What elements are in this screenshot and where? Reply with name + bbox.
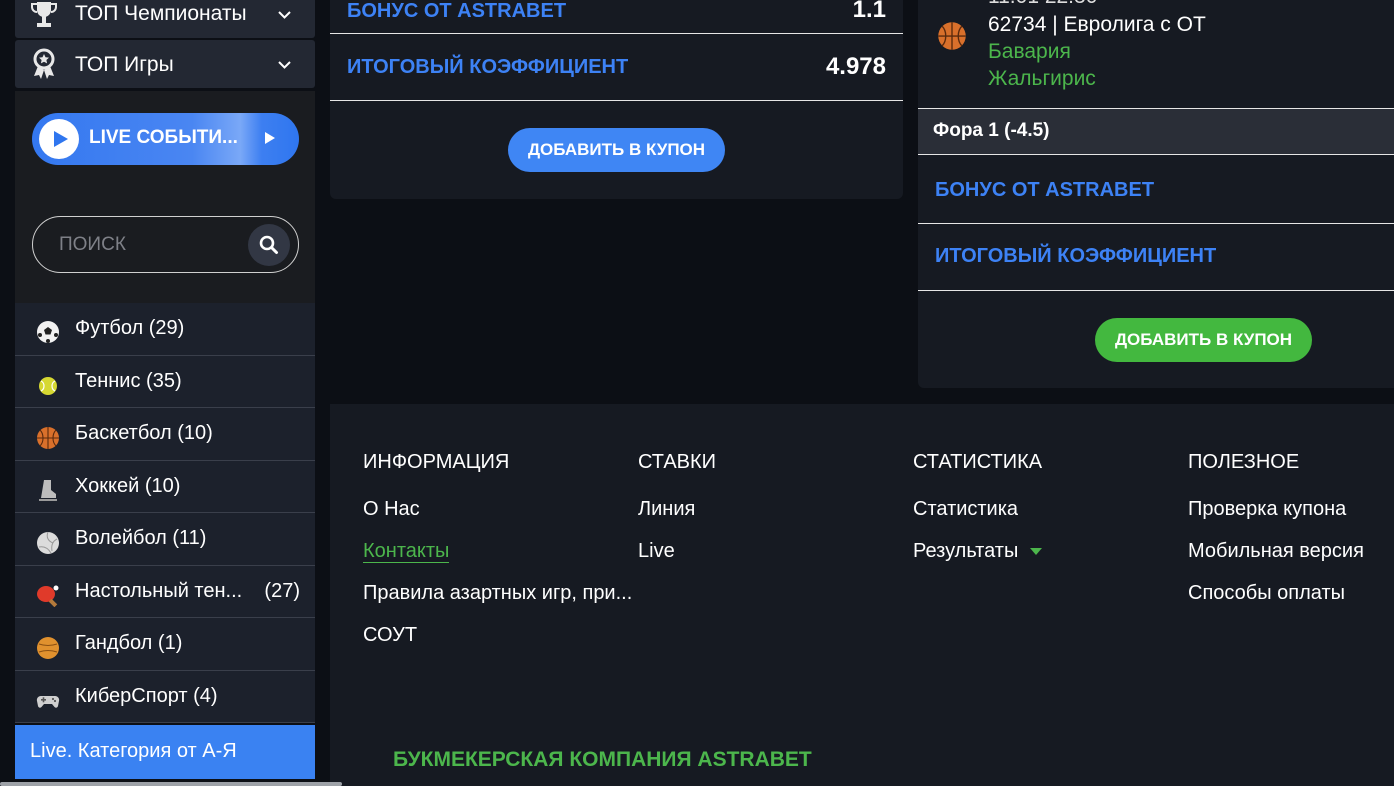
award-icon <box>33 48 55 79</box>
footer-link-statistics[interactable]: Статистика <box>913 498 1042 540</box>
footer-column-bets: СТАВКИ Линия Live <box>638 451 716 582</box>
search-button[interactable] <box>248 224 290 266</box>
sports-list: Футбол (29) Теннис (35) Баскетбол (10) Х… <box>15 303 315 723</box>
volleyball-icon <box>37 531 59 554</box>
event-league: 62734 | Евролига с ОТ <box>988 13 1206 36</box>
footer-link-mobile[interactable]: Мобильная версия <box>1188 540 1364 582</box>
sport-name: Баскетбол (10) <box>75 422 213 444</box>
bonus-value: 1.1 <box>852 0 886 23</box>
sport-name: Настольный тен... <box>75 579 243 602</box>
trophy-icon <box>31 2 57 27</box>
live-events-label: LIVE СОБЫТИ... <box>89 127 238 148</box>
footer-column-statistics: СТАТИСТИКА Статистика Результаты <box>913 451 1043 582</box>
footer-link-label: Контакты <box>363 540 450 563</box>
total-odds-row: ИТОГОВЫЙ КОЭФФИЦИЕНТ 4.978 <box>330 34 903 101</box>
total-odds-value: 4.978 <box>825 53 886 80</box>
sidebar-item-label: ТОП Игры <box>75 53 174 76</box>
footer-column-title: СТАВКИ <box>638 451 717 473</box>
table-tennis-icon <box>37 585 59 607</box>
footer-link-about[interactable]: О Нас <box>363 498 632 540</box>
horizontal-scrollbar[interactable] <box>0 782 342 786</box>
bonus-row: БОНУС ОТ ASTRABET 1.1 <box>330 0 903 34</box>
sport-name: Футбол (29) <box>75 317 185 339</box>
add-to-coupon-button[interactable]: ДОБАВИТЬ В КУПОН <box>508 128 725 172</box>
search-input[interactable] <box>59 231 239 259</box>
sport-item-esports[interactable]: КиберСпорт (4) <box>15 670 315 723</box>
sport-item-table-tennis[interactable]: Настольный тен... (27) <box>15 565 315 618</box>
sport-name: КиберСпорт (4) <box>75 684 218 707</box>
coupon-panel-left: БОНУС ОТ ASTRABET 1.1 ИТОГОВЫЙ КОЭФФИЦИЕ… <box>330 0 903 199</box>
sport-item-hockey[interactable]: Хоккей (10) <box>15 460 315 513</box>
sport-name: Гандбол (1) <box>75 632 183 654</box>
footer-link-results[interactable]: Результаты <box>913 540 1043 582</box>
sport-item-volleyball[interactable]: Волейбол (11) <box>15 513 315 566</box>
chevron-down-icon <box>278 61 291 69</box>
sport-item-handball[interactable]: Гандбол (1) <box>15 618 315 671</box>
team-away: Жальгирис <box>988 67 1096 90</box>
caret-down-icon <box>1030 548 1043 556</box>
footer-link-check-coupon[interactable]: Проверка купона <box>1188 498 1364 540</box>
live-category-button[interactable]: Live. Категория от А-Я <box>15 725 315 779</box>
footer-column-title: ПОЛЕЗНОЕ <box>1188 451 1300 473</box>
search-icon <box>259 235 278 254</box>
arrow-right-icon <box>265 132 275 144</box>
soccer-ball-icon <box>37 321 59 343</box>
sidebar-item-top-games[interactable]: ТОП Игры <box>15 40 315 88</box>
footer-link-payment[interactable]: Способы оплаты <box>1188 582 1364 624</box>
footer-column-useful: ПОЛЕЗНОЕ Проверка купона Мобильная верси… <box>1188 451 1364 624</box>
sidebar-item-top-championships[interactable]: ТОП Чемпионаты <box>15 0 315 38</box>
search-box <box>32 216 299 273</box>
footer-column-info: ИНФОРМАЦИЯ О Нас Контакты Правила азартн… <box>363 451 632 666</box>
sidebar: ТОП Чемпионаты ТОП Игры LIVE СОБЫТИ... П… <box>15 0 315 786</box>
sport-name: Волейбол (11) <box>75 527 207 549</box>
total-odds-label: ИТОГОВЫЙ КОЭФФИЦИЕНТ <box>935 245 1217 267</box>
footer: ИНФОРМАЦИЯ О Нас Контакты Правила азартн… <box>330 404 1394 786</box>
sport-name: Теннис (35) <box>75 369 182 392</box>
footer-link-label: Результаты <box>913 540 1019 562</box>
bonus-row: БОНУС ОТ ASTRABET <box>918 155 1394 224</box>
bonus-label: БОНУС ОТ ASTRABET <box>935 179 1155 201</box>
total-odds-label: ИТОГОВЫЙ КОЭФФИЦИЕНТ <box>347 56 629 78</box>
footer-link-live[interactable]: Live <box>638 540 716 582</box>
handball-icon <box>37 637 59 659</box>
footer-column-title: ИНФОРМАЦИЯ <box>363 451 510 473</box>
live-events-button[interactable]: LIVE СОБЫТИ... <box>32 113 299 165</box>
sport-count: (27) <box>264 579 300 602</box>
add-to-coupon-button[interactable]: ДОБАВИТЬ В КУПОН <box>1095 318 1312 362</box>
sidebar-item-label: ТОП Чемпионаты <box>75 2 247 25</box>
page: ТОП Чемпионаты ТОП Игры LIVE СОБЫТИ... П… <box>0 0 1394 786</box>
footer-link-sout[interactable]: СОУТ <box>363 624 632 666</box>
basketball-icon <box>37 427 59 449</box>
gamepad-icon <box>36 695 60 708</box>
footer-link-contacts[interactable]: Контакты <box>363 540 632 582</box>
event-time: 11.01 22:30 <box>988 0 1097 9</box>
chevron-down-icon <box>278 11 291 19</box>
sport-item-football[interactable]: Футбол (29) <box>15 303 315 356</box>
sport-item-basketball[interactable]: Баскетбол (10) <box>15 408 315 461</box>
sport-item-tennis[interactable]: Теннис (35) <box>15 355 315 408</box>
sport-name: Хоккей (10) <box>75 474 181 497</box>
hockey-skate-icon <box>39 479 57 501</box>
play-icon <box>39 119 79 159</box>
basketball-icon <box>938 22 966 50</box>
brand-heading: БУКМЕКЕРСКАЯ КОМПАНИЯ ASTRABET <box>393 748 812 771</box>
total-odds-row: ИТОГОВЫЙ КОЭФФИЦИЕНТ <box>918 224 1394 291</box>
market-label: Фора 1 (-4.5) <box>918 108 1394 155</box>
footer-column-title: СТАТИСТИКА <box>913 451 1043 473</box>
team-home: Бавария <box>988 40 1071 63</box>
coupon-panel-right: 11.01 22:30 62734 | Евролига с ОТ Бавари… <box>918 0 1394 388</box>
footer-link-line[interactable]: Линия <box>638 498 716 540</box>
sidebar-tools: LIVE СОБЫТИ... <box>15 91 315 303</box>
bonus-label: БОНУС ОТ ASTRABET <box>347 0 567 22</box>
tennis-ball-icon <box>39 376 57 395</box>
footer-link-rules[interactable]: Правила азартных игр, при... <box>363 582 632 624</box>
